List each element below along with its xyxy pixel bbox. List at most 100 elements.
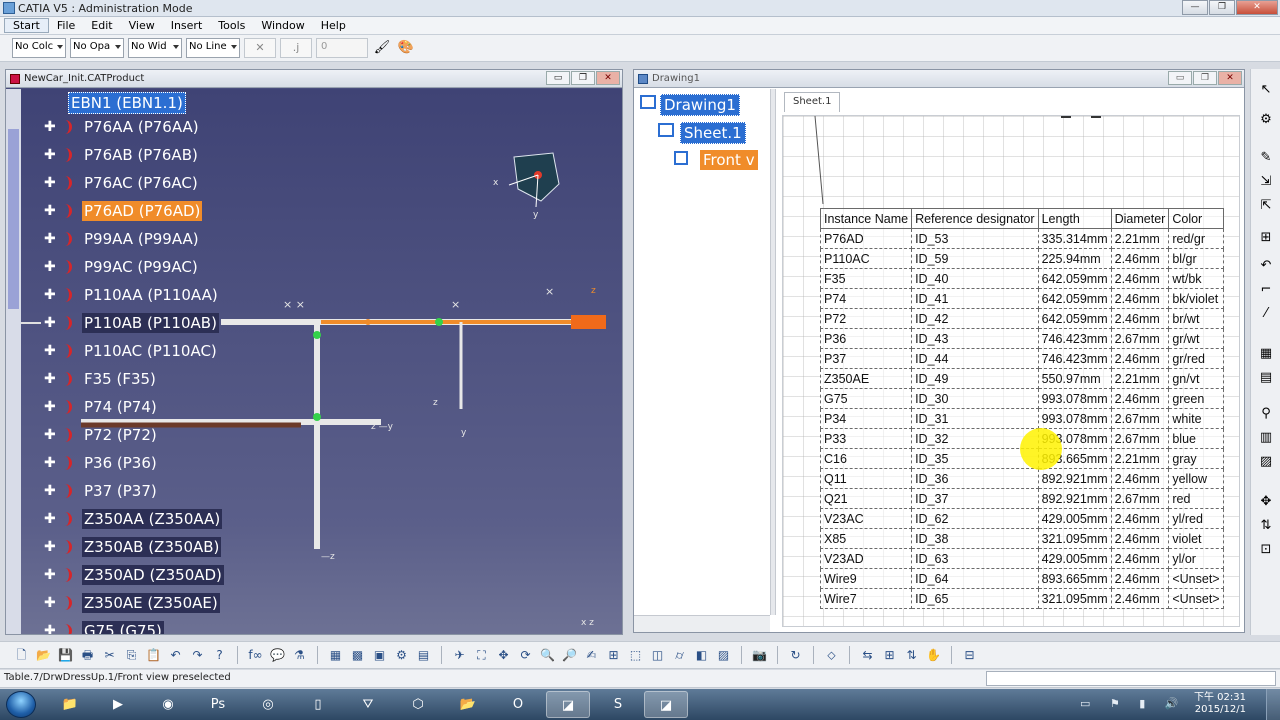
- whats-this-icon[interactable]: ?: [210, 646, 229, 665]
- linetype-select[interactable]: No Line: [186, 38, 240, 58]
- expand-plus-icon[interactable]: ✚: [44, 176, 56, 190]
- swap-visible-icon[interactable]: ▨: [714, 646, 733, 665]
- expand-plus-icon[interactable]: ✚: [44, 316, 56, 330]
- paste-icon[interactable]: 📋: [144, 646, 163, 665]
- catalog-icon[interactable]: ▦: [326, 646, 345, 665]
- expand-plus-icon[interactable]: ✚: [44, 456, 56, 470]
- measure-icon[interactable]: ▥: [1257, 429, 1275, 447]
- system-tray-icons[interactable]: ▭ ⚑ ▮ 🔊: [1080, 697, 1187, 710]
- rotate-icon[interactable]: ⟳: [516, 646, 535, 665]
- line-icon[interactable]: ⁄: [1257, 305, 1275, 323]
- view-creation-icon[interactable]: ⊞: [1257, 229, 1275, 247]
- pan-icon[interactable]: ✥: [494, 646, 513, 665]
- bom-table[interactable]: Instance Name Reference designator Length D…: [819, 208, 1224, 609]
- measure-icon[interactable]: ⬦: [822, 646, 841, 665]
- tab-sheet1[interactable]: Sheet.1: [784, 92, 841, 112]
- annotation-icon[interactable]: ⇱: [1257, 197, 1275, 215]
- expand-plus-icon[interactable]: ✚: [44, 148, 56, 162]
- fly-mode-icon[interactable]: ✈: [450, 646, 469, 665]
- point-symbol-select[interactable]: ✕: [244, 38, 276, 58]
- notes-taskbar-icon[interactable]: ▯: [296, 691, 340, 718]
- grid-snap-icon[interactable]: ▩: [348, 646, 367, 665]
- linewidth-select[interactable]: No Wid: [128, 38, 182, 58]
- catia-second-taskbar-icon[interactable]: ◪: [644, 691, 688, 718]
- drawing-close-button[interactable]: ✕: [1218, 71, 1242, 85]
- layer-select[interactable]: .j: [280, 38, 312, 58]
- layer-number-field[interactable]: 0: [316, 38, 368, 58]
- expand-plus-icon[interactable]: ✚: [44, 260, 56, 274]
- close-button[interactable]: ✕: [1236, 0, 1278, 15]
- generative-icon[interactable]: ⚙: [392, 646, 411, 665]
- arrange-icon[interactable]: ⇆: [858, 646, 877, 665]
- cylinder-view-icon[interactable]: ⌭: [670, 646, 689, 665]
- drawing-sheet[interactable]: Instance Name Reference designator Length D…: [782, 115, 1240, 627]
- product-close-button[interactable]: ✕: [596, 71, 620, 85]
- tree-root[interactable]: EBN1 (EBN1.1): [68, 92, 186, 114]
- normal-view-icon[interactable]: ✍: [582, 646, 601, 665]
- menu-edit[interactable]: Edit: [83, 19, 120, 32]
- folder-taskbar-icon[interactable]: 📂: [446, 691, 490, 718]
- clock[interactable]: 下午 02:31 2015/12/1: [1194, 692, 1246, 716]
- opacity-select[interactable]: No Opa: [70, 38, 124, 58]
- tools-icon[interactable]: ▨: [1257, 453, 1275, 471]
- expand-plus-icon[interactable]: ✚: [44, 428, 56, 442]
- catalog-browser-icon[interactable]: ▣: [370, 646, 389, 665]
- fit-all-icon[interactable]: ⛶: [472, 646, 491, 665]
- constraint-icon[interactable]: ⊡: [1257, 541, 1275, 559]
- new-file-icon[interactable]: 🗋: [12, 646, 31, 665]
- menu-help[interactable]: Help: [313, 19, 354, 32]
- painter-icon[interactable]: 🖌: [372, 38, 392, 58]
- expand-plus-icon[interactable]: ✚: [44, 400, 56, 414]
- formula-icon[interactable]: f∞: [246, 646, 265, 665]
- cut-icon[interactable]: ✂: [100, 646, 119, 665]
- vertical-scrollbar[interactable]: [6, 89, 21, 634]
- expand-plus-icon[interactable]: ✚: [44, 512, 56, 526]
- save-icon[interactable]: 💾: [56, 646, 75, 665]
- acrobat-taskbar-icon[interactable]: ⛛: [346, 691, 390, 718]
- expand-plus-icon[interactable]: ✚: [44, 568, 56, 582]
- photoshop-taskbar-icon[interactable]: Ps: [196, 691, 240, 718]
- analysis-icon[interactable]: ⚲: [1257, 405, 1275, 423]
- green-app-taskbar-icon[interactable]: ◎: [246, 691, 290, 718]
- tree-drawing1[interactable]: Drawing1: [660, 94, 740, 116]
- comment-icon[interactable]: 💬: [268, 646, 287, 665]
- expand-plus-icon[interactable]: ✚: [44, 232, 56, 246]
- expand-plus-icon[interactable]: ✚: [44, 624, 56, 634]
- shading-icon[interactable]: ◫: [648, 646, 667, 665]
- iso-view-icon[interactable]: ⬚: [626, 646, 645, 665]
- menu-view[interactable]: View: [121, 19, 163, 32]
- menu-window[interactable]: Window: [253, 19, 312, 32]
- product-minimize-button[interactable]: ▭: [546, 71, 570, 85]
- zoom-out-icon[interactable]: 🔎: [560, 646, 579, 665]
- tree-horizontal-scrollbar[interactable]: [634, 615, 770, 632]
- copy-icon[interactable]: ⎘: [122, 646, 141, 665]
- tree-front-view[interactable]: Front v: [700, 150, 758, 170]
- macro-icon[interactable]: ▤: [414, 646, 433, 665]
- menu-file[interactable]: File: [49, 19, 83, 32]
- workbench-icon[interactable]: ⚙: [1257, 111, 1275, 129]
- start-button[interactable]: [6, 691, 36, 718]
- redo-icon[interactable]: ↷: [188, 646, 207, 665]
- skype-taskbar-icon[interactable]: S: [596, 691, 640, 718]
- chrome-taskbar-icon[interactable]: ◉: [146, 691, 190, 718]
- drawing-minimize-button[interactable]: ▭: [1168, 71, 1192, 85]
- expand-plus-icon[interactable]: ✚: [44, 204, 56, 218]
- hide-show-icon[interactable]: ◧: [692, 646, 711, 665]
- arrow-cursor-icon[interactable]: ↖: [1257, 81, 1275, 99]
- explorer-taskbar-icon[interactable]: 📁: [48, 691, 92, 718]
- maximize-button[interactable]: ❐: [1209, 0, 1235, 15]
- outlook-taskbar-icon[interactable]: O: [496, 691, 540, 718]
- expand-plus-icon[interactable]: ✚: [44, 288, 56, 302]
- expand-plus-icon[interactable]: ✚: [44, 484, 56, 498]
- reorder-icon[interactable]: ⇅: [902, 646, 921, 665]
- multi-view-icon[interactable]: ⊞: [604, 646, 623, 665]
- product-maximize-button[interactable]: ❐: [571, 71, 595, 85]
- knowledge-icon[interactable]: ⚗: [290, 646, 309, 665]
- expand-plus-icon[interactable]: ✚: [44, 372, 56, 386]
- print-icon[interactable]: 🖶: [78, 646, 97, 665]
- expand-plus-icon[interactable]: ✚: [44, 540, 56, 554]
- minimize-button[interactable]: —: [1182, 0, 1208, 15]
- open-file-icon[interactable]: 📂: [34, 646, 53, 665]
- manipulate-icon[interactable]: ✋: [924, 646, 943, 665]
- media-player-taskbar-icon[interactable]: ▶: [96, 691, 140, 718]
